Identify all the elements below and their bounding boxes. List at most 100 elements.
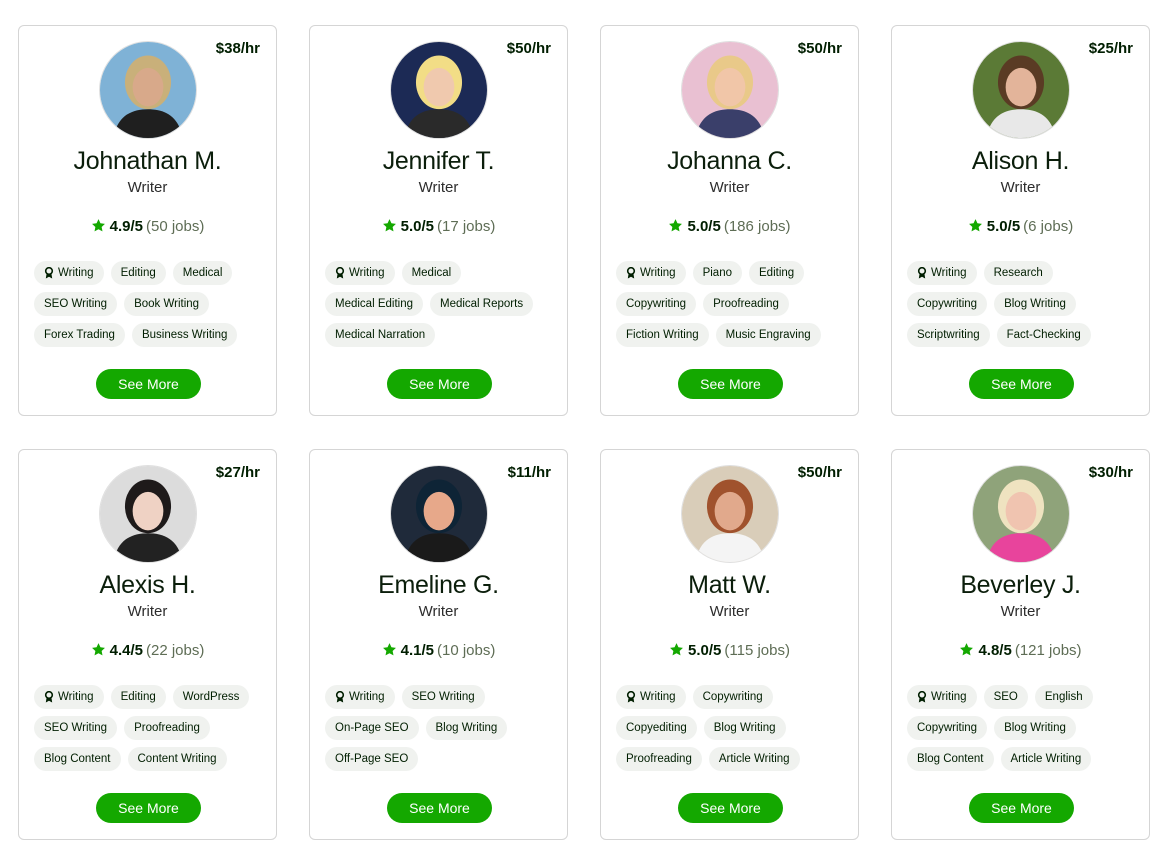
avatar[interactable]: [390, 41, 488, 139]
skill-chip[interactable]: Writing: [907, 685, 977, 709]
skill-chip[interactable]: Writing: [325, 685, 395, 709]
skill-chip[interactable]: Blog Writing: [994, 716, 1076, 740]
skill-chip[interactable]: Copywriting: [907, 716, 988, 740]
skill-chip[interactable]: Content Writing: [127, 747, 227, 771]
skill-chip[interactable]: SEO Writing: [34, 292, 118, 316]
skill-chip[interactable]: Proofreading: [703, 292, 789, 316]
skill-label: Copywriting: [917, 722, 978, 734]
see-more-button[interactable]: See More: [96, 793, 201, 823]
skill-chip[interactable]: Scriptwriting: [907, 323, 990, 347]
skill-chip[interactable]: Medical: [172, 261, 233, 285]
skill-chip[interactable]: Article Writing: [708, 747, 800, 771]
avatar-image: [391, 42, 487, 138]
skill-chip[interactable]: Book Writing: [124, 292, 210, 316]
avatar[interactable]: [99, 465, 197, 563]
freelancer-name[interactable]: Beverley J.: [892, 571, 1149, 600]
avatar[interactable]: [681, 41, 779, 139]
skill-chip[interactable]: Editing: [110, 261, 166, 285]
skill-chip[interactable]: Proofreading: [124, 716, 210, 740]
freelancer-name[interactable]: Alexis H.: [19, 571, 276, 600]
see-more-button[interactable]: See More: [678, 793, 783, 823]
skill-chip[interactable]: Article Writing: [1000, 747, 1092, 771]
avatar[interactable]: [99, 41, 197, 139]
skill-chip[interactable]: Medical Narration: [325, 323, 436, 347]
see-more-button[interactable]: See More: [96, 369, 201, 399]
avatar[interactable]: [972, 465, 1070, 563]
freelancer-name[interactable]: Jennifer T.: [310, 147, 567, 176]
skill-chip[interactable]: Fact-Checking: [996, 323, 1091, 347]
skill-chip[interactable]: Blog Writing: [425, 716, 508, 740]
see-more-button[interactable]: See More: [387, 793, 492, 823]
freelancer-card[interactable]: $50/hr Jennifer T. Writer 5.0/5 (17 jobs)…: [309, 25, 568, 416]
skill-chip[interactable]: English: [1034, 685, 1093, 709]
see-more-button[interactable]: See More: [387, 369, 492, 399]
freelancer-card[interactable]: $50/hr Matt W. Writer 5.0/5 (115 jobs) Wr…: [600, 449, 859, 840]
jobs-count: (17 jobs): [437, 218, 496, 235]
skill-chip[interactable]: Blog Writing: [703, 716, 786, 740]
skills-list: Writing Editing Medical SEO Writing Book…: [34, 261, 264, 347]
skill-chip[interactable]: Writing: [34, 261, 104, 285]
see-more-button[interactable]: See More: [969, 369, 1074, 399]
skill-label: Medical: [411, 267, 452, 279]
freelancer-name[interactable]: Matt W.: [601, 571, 858, 600]
avatar[interactable]: [972, 41, 1070, 139]
skill-label: Fact-Checking: [1006, 329, 1081, 341]
star-icon: [382, 643, 396, 656]
freelancer-name[interactable]: Johanna C.: [601, 147, 858, 176]
freelancer-card[interactable]: $11/hr Emeline G. Writer 4.1/5 (10 jobs) …: [309, 449, 568, 840]
skill-chip[interactable]: Music Engraving: [715, 323, 821, 347]
freelancer-card[interactable]: $30/hr Beverley J. Writer 4.8/5 (121 jobs…: [891, 449, 1150, 840]
freelancer-role: Writer: [1000, 179, 1041, 196]
skill-label: Writing: [640, 691, 676, 703]
skill-chip[interactable]: Writing: [616, 685, 686, 709]
skill-chip[interactable]: Business Writing: [131, 323, 238, 347]
skill-chip[interactable]: Blog Content: [34, 747, 121, 771]
skill-chip[interactable]: Off-Page SEO: [325, 747, 419, 771]
skill-chip[interactable]: Medical Editing: [325, 292, 423, 316]
skill-label: Editing: [120, 691, 156, 703]
freelancer-name[interactable]: Alison H.: [892, 147, 1149, 176]
skill-chip[interactable]: SEO: [983, 685, 1028, 709]
award-badge-icon: [626, 267, 636, 279]
avatar[interactable]: [390, 465, 488, 563]
skill-chip[interactable]: Medical: [401, 261, 462, 285]
skill-chip[interactable]: Editing: [110, 685, 166, 709]
skill-chip[interactable]: Medical Reports: [429, 292, 534, 316]
freelancer-card[interactable]: $27/hr Alexis H. Writer 4.4/5 (22 jobs) W…: [18, 449, 277, 840]
skill-chip[interactable]: Proofreading: [616, 747, 702, 771]
skill-label: Scriptwriting: [917, 329, 980, 341]
skill-chip[interactable]: Blog Content: [907, 747, 994, 771]
skill-chip[interactable]: Editing: [749, 261, 805, 285]
skill-chip[interactable]: Writing: [616, 261, 686, 285]
skill-chip[interactable]: Writing: [907, 261, 977, 285]
skill-chip[interactable]: Research: [983, 261, 1053, 285]
hourly-rate: $30/hr: [1088, 464, 1133, 481]
skill-chip[interactable]: WordPress: [172, 685, 250, 709]
skill-chip[interactable]: SEO Writing: [34, 716, 118, 740]
skill-chip[interactable]: Piano: [692, 261, 742, 285]
see-more-button[interactable]: See More: [969, 793, 1074, 823]
skill-chip[interactable]: Copywriting: [907, 292, 988, 316]
skill-chip[interactable]: Copywriting: [692, 685, 773, 709]
freelancer-name[interactable]: Johnathan M.: [19, 147, 276, 176]
rating: 4.9/5 (50 jobs): [19, 218, 276, 235]
skill-label: Copywriting: [917, 298, 978, 310]
freelancer-card[interactable]: $50/hr Johanna C. Writer 5.0/5 (186 jobs)…: [600, 25, 859, 416]
skill-chip[interactable]: Blog Writing: [994, 292, 1076, 316]
skill-chip[interactable]: On-Page SEO: [325, 716, 419, 740]
skill-chip[interactable]: Fiction Writing: [616, 323, 709, 347]
skill-chip[interactable]: Copywriting: [616, 292, 697, 316]
skill-chip[interactable]: Writing: [325, 261, 395, 285]
rating-score: 4.8/5: [978, 642, 1012, 659]
freelancer-card[interactable]: $38/hr Johnathan M. Writer 4.9/5 (50 jobs…: [18, 25, 277, 416]
skill-chip[interactable]: SEO Writing: [401, 685, 485, 709]
freelancer-name[interactable]: Emeline G.: [310, 571, 567, 600]
avatar[interactable]: [681, 465, 779, 563]
freelancer-card[interactable]: $25/hr Alison H. Writer 5.0/5 (6 jobs) Wr…: [891, 25, 1150, 416]
skill-chip[interactable]: Copyediting: [616, 716, 697, 740]
skill-chip[interactable]: Forex Trading: [34, 323, 125, 347]
see-more-button[interactable]: See More: [678, 369, 783, 399]
skill-chip[interactable]: Writing: [34, 685, 104, 709]
avatar-image: [682, 42, 778, 138]
skill-label: Forex Trading: [44, 329, 115, 341]
